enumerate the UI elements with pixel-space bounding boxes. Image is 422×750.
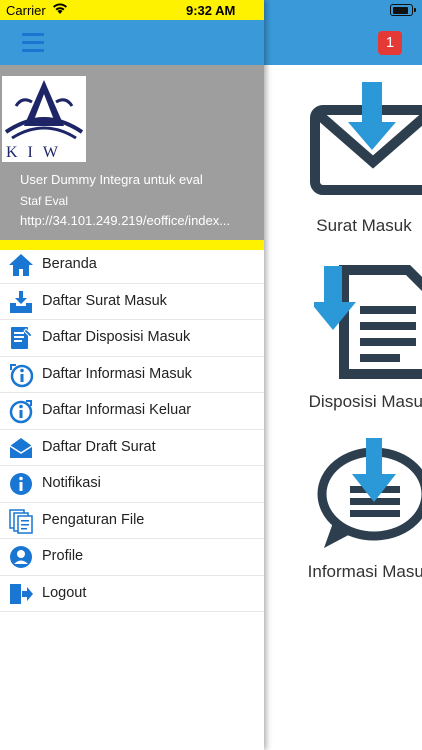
info-icon [10, 473, 32, 495]
menu-item-daftar-surat-masuk[interactable]: Daftar Surat Masuk [0, 284, 264, 320]
menu-item-notifikasi[interactable]: Notifikasi [0, 466, 264, 503]
menu-label: Daftar Surat Masuk [42, 292, 167, 309]
clock-label: 9:32 AM [186, 3, 236, 18]
logo-emblem-icon [4, 80, 84, 140]
menu-label: Notifikasi [42, 475, 101, 491]
menu-item-daftar-informasi-masuk[interactable]: Daftar Informasi Masuk [0, 357, 264, 393]
tile-surat-masuk[interactable]: Surat Masuk [264, 78, 422, 248]
tile-label: Disposisi Masuk [308, 392, 422, 411]
notification-badge[interactable]: 1 [378, 31, 402, 55]
menu-label: Daftar Disposisi Masuk [42, 329, 191, 345]
inbox-download-icon [10, 290, 32, 313]
status-bar: Carrier 9:32 AM [0, 0, 264, 20]
navigation-drawer: Carrier 9:32 AM KIW User Dummy Integra u… [0, 0, 264, 750]
menu-label: Logout [42, 584, 87, 601]
menu-label: Daftar Informasi Masuk [42, 365, 192, 382]
menu-item-daftar-draft-surat[interactable]: Daftar Draft Surat [0, 430, 264, 466]
menu-item-daftar-disposisi-masuk[interactable]: Daftar Disposisi Masuk [0, 320, 264, 357]
chat-download-icon [317, 438, 422, 548]
logo-text: KIW [6, 144, 68, 161]
logout-icon [10, 583, 33, 604]
info-in-icon [10, 363, 34, 387]
hamburger-menu-icon[interactable] [22, 33, 44, 53]
user-role: Staf Eval [20, 194, 69, 208]
server-url: http://34.101.249.219/eoffice/index... [20, 213, 231, 228]
tile-informasi-masuk[interactable]: Informasi Masuk [264, 432, 422, 592]
files-icon [9, 508, 33, 534]
battery-icon [390, 4, 416, 16]
document-edit-icon [11, 327, 33, 349]
document-download-icon [314, 265, 422, 379]
menu-item-pengaturan-file[interactable]: Pengaturan File [0, 503, 264, 539]
menu-label: Beranda [42, 256, 97, 272]
user-name: User Dummy Integra untuk eval [20, 172, 203, 187]
tile-label: Informasi Masuk [307, 562, 422, 581]
company-logo: KIW [2, 76, 86, 162]
menu-item-beranda[interactable]: Beranda [0, 247, 264, 284]
menu-label: Daftar Informasi Keluar [42, 402, 192, 418]
user-circle-icon [10, 546, 32, 568]
tile-disposisi-masuk[interactable]: Disposisi Masuk [264, 258, 422, 418]
menu-label: Daftar Draft Surat [42, 438, 156, 455]
mail-download-icon [310, 82, 422, 195]
home-icon [9, 254, 33, 276]
menu-item-daftar-informasi-keluar[interactable]: Daftar Informasi Keluar [0, 393, 264, 430]
menu-label: Pengaturan File [42, 511, 145, 528]
menu-item-logout[interactable]: Logout [0, 576, 264, 612]
menu-label: Profile [42, 548, 84, 564]
menu-item-profile[interactable]: Profile [0, 539, 264, 576]
envelope-open-icon [9, 437, 33, 458]
tile-label: Surat Masuk [316, 216, 412, 235]
drawer-menu: Beranda Daftar Surat Masuk Daftar Dispos… [0, 247, 264, 612]
carrier-label: Carrier [6, 3, 46, 18]
wifi-icon [53, 3, 67, 14]
info-out-icon [9, 400, 33, 424]
